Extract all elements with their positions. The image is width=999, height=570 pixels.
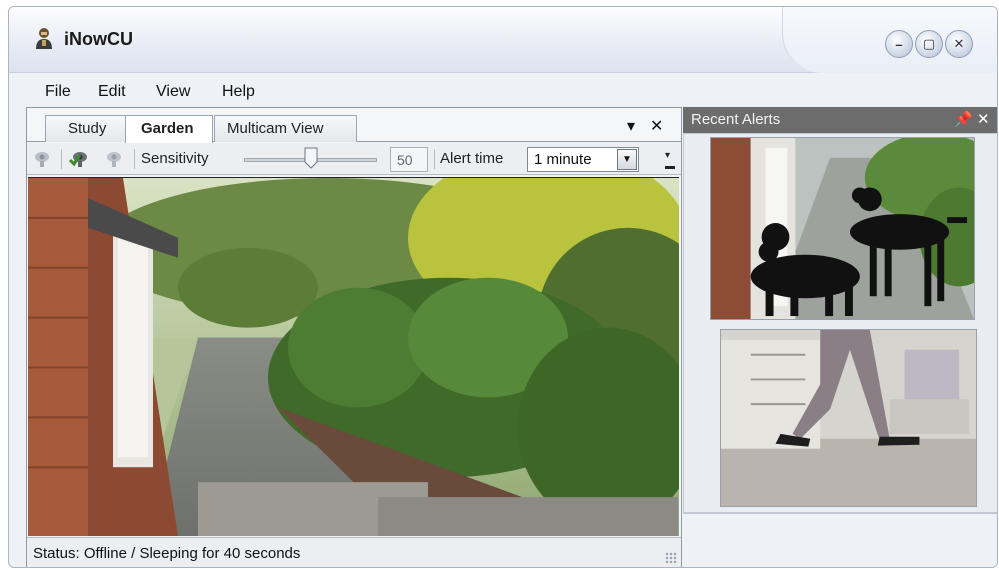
tab-study-label: Study [68,120,107,137]
user-icon [36,28,52,49]
title-bar[interactable]: iNowCU – ▢ ✕ [9,7,997,73]
menu-view[interactable]: View [156,83,190,101]
tab-multicam-view-label: Multicam View [227,120,324,137]
restore-icon: ▢ [922,36,936,51]
alert-thumbnail-dogs[interactable] [710,137,975,320]
menu-file[interactable]: File [45,83,71,101]
camera-icon[interactable] [33,149,53,169]
menu-bar: File Edit View Help [9,73,997,109]
restore-button[interactable]: ▢ [915,30,943,58]
tab-close-button[interactable]: ✕ [650,116,663,136]
chevron-down-icon[interactable]: ▼ [617,149,637,170]
minimize-button[interactable]: – [885,30,913,58]
status-bar: Status: Offline / Sleeping for 40 second… [27,537,681,567]
alert-list [683,133,997,513]
tab-garden[interactable]: Garden [125,115,213,143]
alert-time-value: 1 minute [534,151,592,168]
minimize-icon: – [895,36,903,52]
tab-garden-label: Garden [141,120,194,137]
status-text: Status: Offline / Sleeping for 40 second… [33,545,301,562]
recent-alerts-header: Recent Alerts 📌 ✕ [683,107,997,133]
close-button[interactable]: ✕ [945,30,973,58]
camera-enable-icon[interactable] [69,149,89,169]
alert-time-select[interactable]: 1 minute ▼ [527,147,639,172]
window-controls: – ▢ ✕ [883,30,973,58]
resize-grip-icon[interactable] [665,552,677,564]
camera-tabs: Study Garden Multicam View ▾ ✕ [27,108,681,143]
sensitivity-slider-thumb[interactable] [304,147,318,169]
close-icon[interactable]: ✕ [977,110,990,128]
menu-help[interactable]: Help [222,83,255,101]
sensitivity-value[interactable]: 50 [390,147,428,172]
toolbar-separator [434,149,435,169]
camera-panel: Study Garden Multicam View ▾ ✕ Sensitivi [26,107,682,567]
menu-edit[interactable]: Edit [98,83,126,101]
sensitivity-label: Sensitivity [141,150,209,167]
tab-list-dropdown[interactable]: ▾ [627,116,635,136]
toolbar-separator [134,149,135,169]
app-window: iNowCU – ▢ ✕ File Edit View Help Study G… [8,6,998,568]
recent-alerts-panel: Recent Alerts 📌 ✕ [683,107,997,567]
app-title: iNowCU [64,29,133,49]
toolbar-overflow-button[interactable]: ▾ ▬ [665,150,675,172]
close-icon: ✕ [953,36,965,51]
toolbar-separator [61,149,62,169]
camera-toolbar: Sensitivity 50 Alert time 1 minute ▼ ▾ ▬ [27,143,681,175]
recent-alerts-title: Recent Alerts [691,111,781,128]
pin-icon[interactable]: 📌 [954,110,973,128]
recent-alerts-footer [683,513,997,567]
alert-thumbnail-person[interactable] [720,329,977,507]
camera-disable-icon[interactable] [103,149,123,169]
camera-live-view[interactable] [28,177,679,536]
alert-time-label: Alert time [440,150,504,167]
tab-multicam-view[interactable]: Multicam View [214,115,357,142]
tab-study[interactable]: Study [45,115,129,142]
